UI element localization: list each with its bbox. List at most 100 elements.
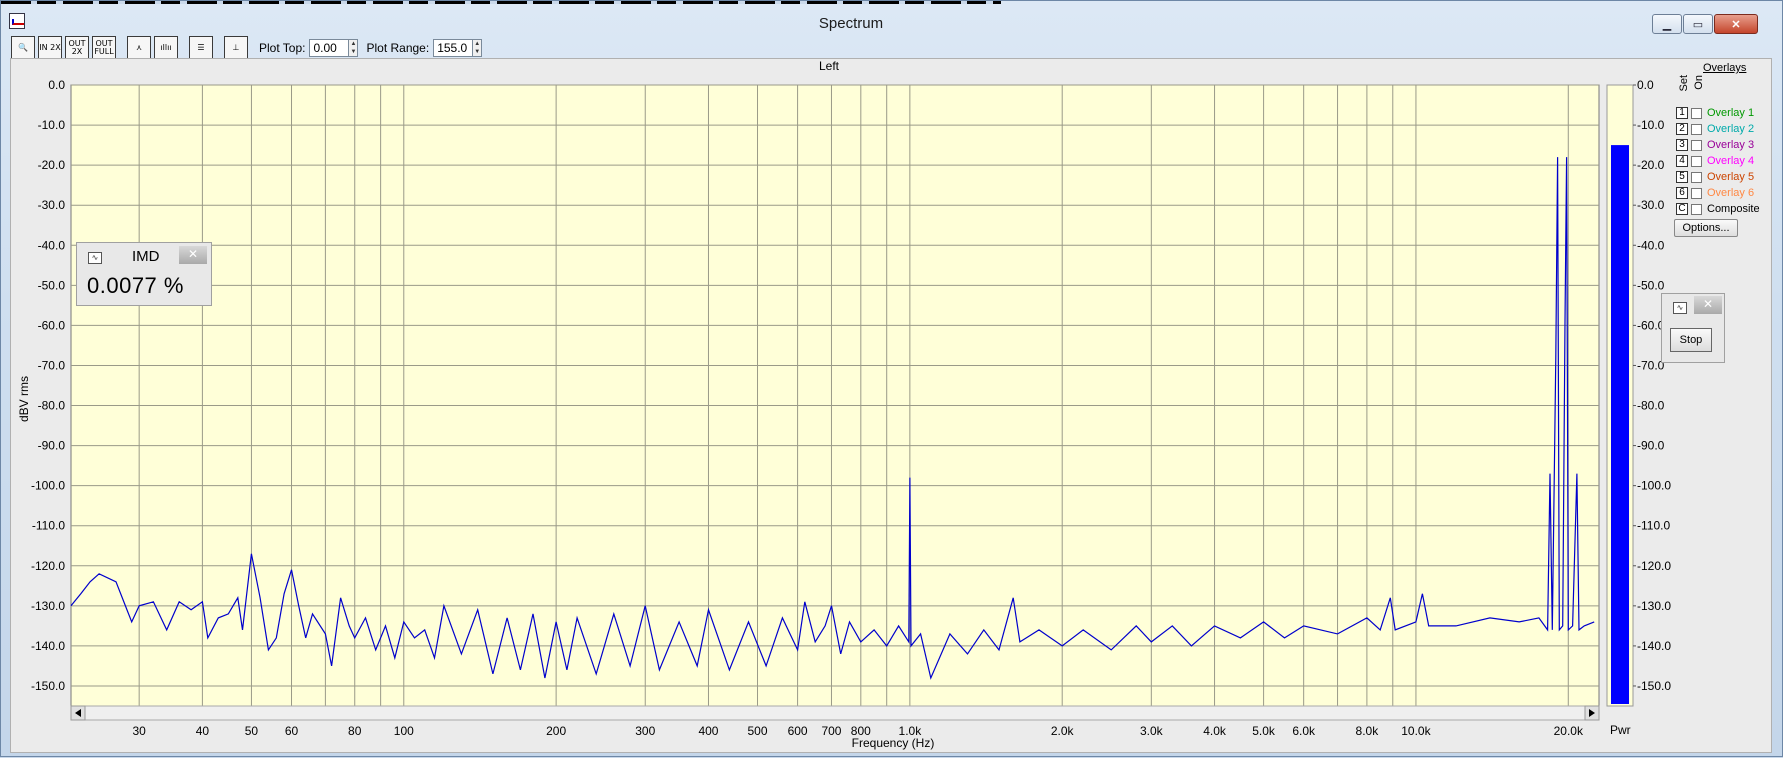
- h-scrollbar[interactable]: [70, 705, 1600, 721]
- y-tick-label: -30.0: [38, 198, 66, 212]
- y-tick-label: -70.0: [38, 358, 66, 372]
- x-tick-label: 200: [546, 724, 566, 738]
- overlays-title: Overlays: [1703, 62, 1747, 74]
- overlay-checkbox[interactable]: [1691, 107, 1702, 119]
- x-tick-label: 5.0k: [1252, 724, 1276, 738]
- y-tick-label: -80.0: [38, 399, 66, 413]
- meter-tick-label: -90.0: [1637, 439, 1665, 453]
- x-tick-label: 10.0k: [1401, 724, 1431, 738]
- meter-tick-label: -10.0: [1637, 118, 1665, 132]
- meter-tick-label: -20.0: [1637, 158, 1665, 172]
- x-tick-label: 8.0k: [1356, 724, 1380, 738]
- x-axis-label: Frequency (Hz): [852, 736, 935, 750]
- y-tick-label: -140.0: [31, 639, 65, 653]
- meter-ticks: 0.0-10.0-20.0-30.0-40.0-50.0-60.0-70.0-8…: [1633, 78, 1671, 693]
- x-tick-label: 400: [698, 724, 718, 738]
- overlay-on-header: On: [1693, 75, 1705, 90]
- meter-tick-label: -120.0: [1637, 559, 1671, 573]
- overlay-label: Overlay 4: [1707, 155, 1755, 167]
- x-tick-label: 4.0k: [1203, 724, 1227, 738]
- meter-tick-label: -30.0: [1637, 198, 1665, 212]
- overlay-label: Overlay 6: [1707, 187, 1755, 199]
- spectrum-window: Spectrum ▁ ▭ ✕ 🔍 IN 2X OUT 2X OUT FULL ⋏…: [0, 0, 1783, 757]
- overlay-label: Overlay 1: [1707, 107, 1755, 119]
- y-tick-label: -110.0: [32, 519, 65, 533]
- overlay-set-button[interactable]: 4: [1676, 155, 1688, 167]
- x-tick-label: 20.0k: [1554, 724, 1584, 738]
- y-axis-label: dBV rms: [17, 376, 31, 422]
- y-axis-ticks: 0.0 -10.0 -20.0 -30.0 -40.0 -50.0 -60.0 -70.0 -8…: [31, 78, 65, 693]
- x-tick-label: 50: [245, 724, 259, 738]
- overlay-checkbox[interactable]: [1691, 123, 1702, 135]
- imd-close-button[interactable]: ✕: [179, 246, 207, 264]
- meter-tick-label: -50.0: [1637, 278, 1665, 292]
- y-tick-label: -90.0: [38, 439, 66, 453]
- overlay-label: Overlay 5: [1707, 171, 1755, 183]
- stop-wave-icon: ∿: [1673, 302, 1687, 314]
- overlay-row-4: 4 Overlay 4: [1676, 154, 1754, 168]
- meter-tick-label: -110.0: [1637, 519, 1670, 533]
- overlay-set-button[interactable]: 1: [1676, 107, 1688, 119]
- overlay-checkbox[interactable]: [1691, 171, 1702, 183]
- overlay-row-composite: C Composite: [1676, 202, 1760, 216]
- x-tick-label: 2.0k: [1051, 724, 1075, 738]
- overlay-checkbox[interactable]: [1691, 203, 1702, 215]
- meter-tick-label: -80.0: [1637, 399, 1665, 413]
- y-tick-label: -60.0: [38, 318, 66, 332]
- x-tick-label: 700: [821, 724, 841, 738]
- overlay-set-header: Set: [1678, 75, 1690, 92]
- overlay-set-button[interactable]: C: [1676, 203, 1688, 215]
- x-tick-label: 100: [394, 724, 414, 738]
- y-tick-label: 0.0: [48, 78, 65, 92]
- x-tick-label: 60: [285, 724, 299, 738]
- overlay-row-1: 1 Overlay 1: [1676, 106, 1754, 120]
- x-tick-label: 300: [635, 724, 655, 738]
- y-tick-label: -20.0: [38, 158, 66, 172]
- y-tick-label: -120.0: [31, 559, 65, 573]
- y-tick-label: -50.0: [38, 278, 66, 292]
- spectrum-chart: 0.0 -10.0 -20.0 -30.0 -40.0 -50.0 -60.0 -70.0 -8…: [17, 78, 1671, 750]
- overlay-checkbox[interactable]: [1691, 155, 1702, 167]
- meter-tick-label: -130.0: [1637, 599, 1671, 613]
- overlay-label: Overlay 3: [1707, 139, 1755, 151]
- overlay-label: Overlay 2: [1707, 123, 1755, 135]
- y-tick-label: -130.0: [31, 599, 65, 613]
- imd-wave-icon: ∿: [88, 252, 102, 264]
- x-tick-label: 80: [348, 724, 362, 738]
- imd-title: IMD: [132, 248, 160, 265]
- meter-tick-label: -100.0: [1637, 479, 1671, 493]
- x-tick-label: 3.0k: [1140, 724, 1164, 738]
- overlay-set-button[interactable]: 3: [1676, 139, 1688, 151]
- overlay-row-3: 3 Overlay 3: [1676, 138, 1754, 152]
- y-tick-label: -40.0: [38, 238, 66, 252]
- overlay-checkbox[interactable]: [1691, 139, 1702, 151]
- y-tick-label: -10.0: [38, 118, 66, 132]
- overlay-set-button[interactable]: 6: [1676, 187, 1688, 199]
- x-tick-label: 600: [788, 724, 808, 738]
- x-tick-label: 500: [748, 724, 768, 738]
- overlay-options-button[interactable]: Options...: [1674, 219, 1738, 237]
- overlay-set-button[interactable]: 2: [1676, 123, 1688, 135]
- pwr-meter-bar: [1611, 145, 1629, 704]
- imd-panel: ∿ IMD ✕ 0.0077 %: [76, 242, 212, 306]
- overlay-row-2: 2 Overlay 2: [1676, 122, 1754, 136]
- overlay-label: Composite: [1707, 203, 1760, 215]
- meter-tick-label: -150.0: [1637, 679, 1671, 693]
- meter-tick-label: 0.0: [1637, 78, 1654, 92]
- x-tick-label: 40: [196, 724, 210, 738]
- overlay-row-5: 5 Overlay 5: [1676, 170, 1754, 184]
- overlay-checkbox[interactable]: [1691, 187, 1702, 199]
- y-tick-label: -100.0: [31, 479, 65, 493]
- meter-tick-label: -140.0: [1637, 639, 1671, 653]
- x-tick-label: 30: [132, 724, 146, 738]
- meter-tick-label: -40.0: [1637, 238, 1665, 252]
- y-tick-label: -150.0: [31, 679, 65, 693]
- stop-panel: ∿ ✕ Stop: [1661, 293, 1725, 363]
- pwr-label: Pwr: [1610, 723, 1631, 737]
- stop-button[interactable]: Stop: [1670, 328, 1712, 352]
- overlay-row-6: 6 Overlay 6: [1676, 186, 1754, 200]
- stop-panel-close-button[interactable]: ✕: [1694, 296, 1722, 314]
- x-tick-label: 6.0k: [1292, 724, 1316, 738]
- imd-value: 0.0077 %: [87, 273, 184, 298]
- overlay-set-button[interactable]: 5: [1676, 171, 1688, 183]
